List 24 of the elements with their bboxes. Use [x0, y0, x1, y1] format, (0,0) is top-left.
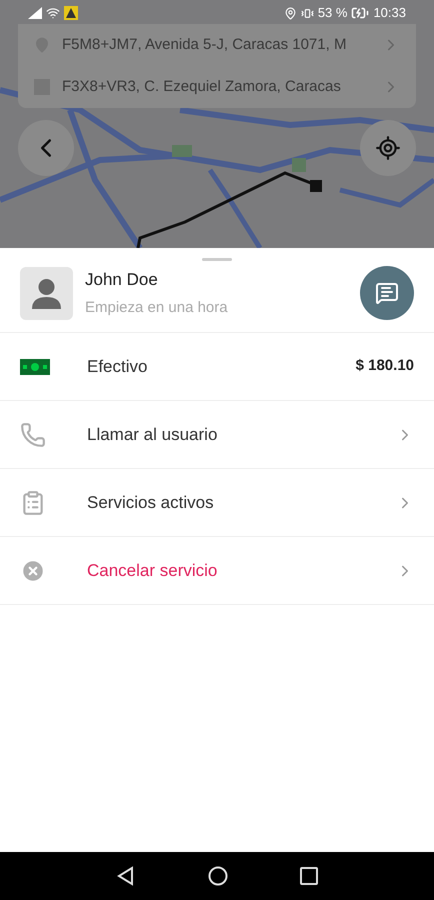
home-nav-icon[interactable]	[208, 866, 228, 886]
option-label[interactable]: Llamar al usuario	[87, 422, 396, 448]
back-nav-icon[interactable]	[116, 866, 136, 886]
vibrate-icon	[300, 6, 314, 20]
clock: 10:33	[373, 4, 406, 22]
wifi-icon	[46, 6, 60, 20]
avatar-icon	[20, 266, 73, 320]
amount: $ 180.10	[356, 356, 414, 376]
recents-nav-icon[interactable]	[300, 867, 318, 885]
location-icon	[284, 6, 297, 20]
phone-icon	[20, 422, 46, 448]
cash-icon	[20, 358, 50, 374]
option-label[interactable]: Servicios activos	[87, 490, 396, 516]
chat-icon	[375, 281, 399, 305]
drag-handle[interactable]	[202, 258, 232, 261]
user-name: John Doe	[85, 269, 159, 291]
option-label[interactable]: Efectivo	[87, 354, 356, 380]
crosshair-icon	[375, 135, 401, 161]
option-label[interactable]: Cancelar servicio	[87, 558, 396, 584]
chat-button[interactable]	[360, 266, 414, 320]
warning-icon	[64, 6, 78, 20]
signal-icon	[28, 7, 42, 19]
user-subtitle: Empieza en una hora	[85, 298, 229, 318]
battery-percent: 53 %	[318, 4, 348, 22]
